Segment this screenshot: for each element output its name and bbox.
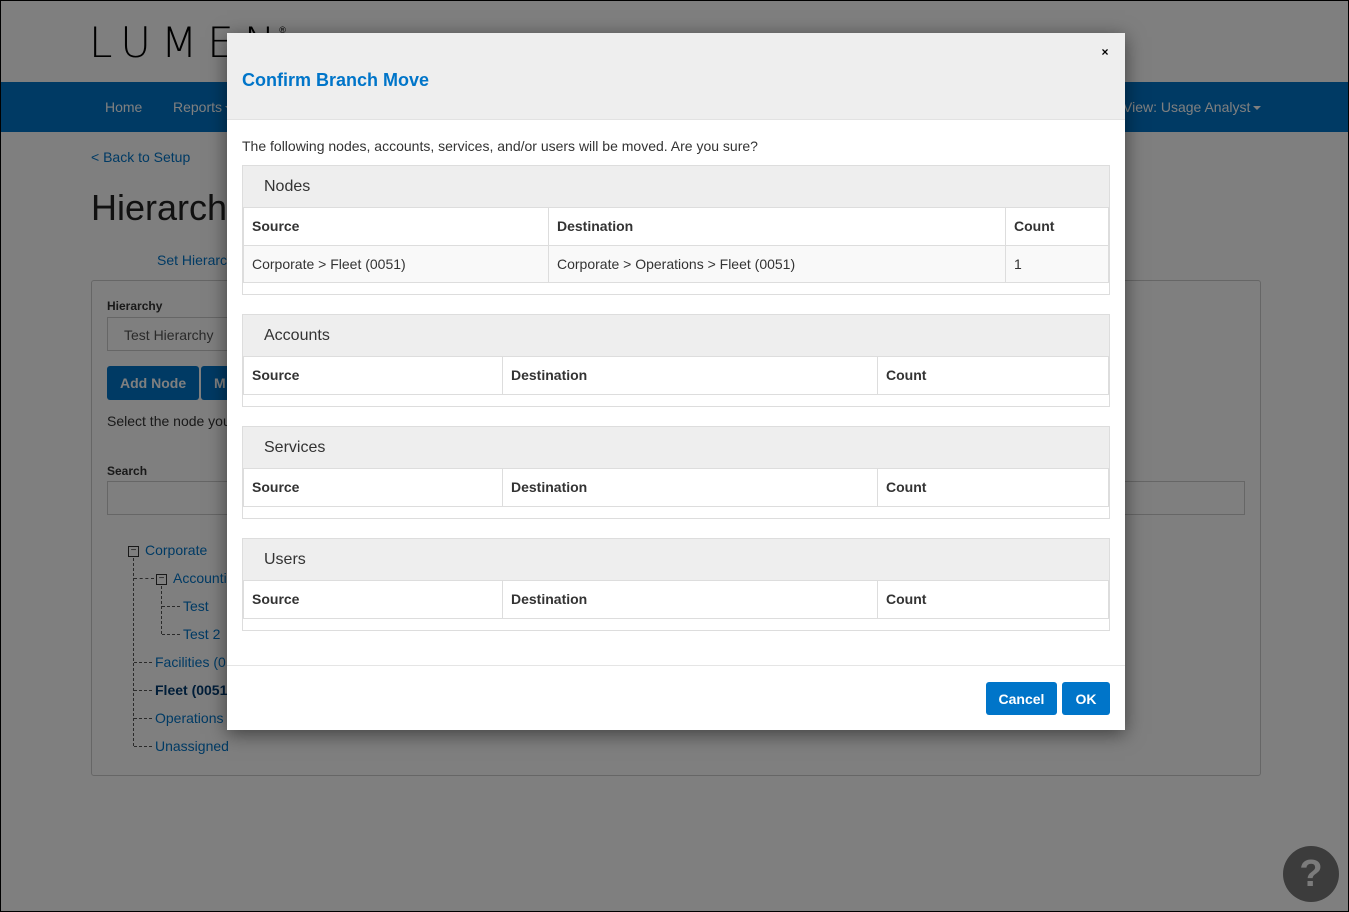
nodes-section: Nodes Source Destination Count Corporate… bbox=[242, 165, 1110, 295]
column-header-count: Count bbox=[1005, 208, 1109, 246]
table-header-row: Source Destination Count bbox=[243, 208, 1109, 246]
modal-footer: Cancel OK bbox=[227, 665, 1125, 730]
column-header-destination: Destination bbox=[502, 581, 878, 619]
question-mark-icon: ? bbox=[1299, 853, 1323, 895]
column-header-count: Count bbox=[877, 581, 1109, 619]
cancel-button[interactable]: Cancel bbox=[986, 682, 1057, 715]
confirm-branch-move-dialog: Confirm Branch Move × The following node… bbox=[227, 33, 1125, 730]
accounts-section: Accounts Source Destination Count bbox=[242, 314, 1110, 407]
close-icon[interactable]: × bbox=[1099, 45, 1111, 59]
table-footer-spacer bbox=[243, 395, 1109, 406]
cell-count: 1 bbox=[1005, 245, 1109, 283]
modal-title: Confirm Branch Move bbox=[242, 70, 430, 90]
section-title: Services bbox=[243, 427, 1109, 469]
services-table: Source Destination Count bbox=[243, 469, 1109, 507]
table-header-row: Source Destination Count bbox=[243, 469, 1109, 507]
column-header-source: Source bbox=[243, 357, 503, 395]
modal-header: Confirm Branch Move × bbox=[227, 33, 1125, 120]
ok-button[interactable]: OK bbox=[1062, 682, 1110, 715]
section-title: Nodes bbox=[243, 166, 1109, 208]
nodes-table: Source Destination Count Corporate > Fle… bbox=[243, 208, 1109, 283]
table-footer-spacer bbox=[243, 619, 1109, 630]
cell-source: Corporate > Fleet (0051) bbox=[243, 245, 549, 283]
section-title: Accounts bbox=[243, 315, 1109, 357]
column-header-source: Source bbox=[243, 208, 549, 246]
cell-destination: Corporate > Operations > Fleet (0051) bbox=[548, 245, 1006, 283]
column-header-source: Source bbox=[243, 469, 503, 507]
help-button[interactable]: ? bbox=[1283, 846, 1339, 902]
table-row: Corporate > Fleet (0051) Corporate > Ope… bbox=[243, 245, 1109, 283]
column-header-destination: Destination bbox=[502, 469, 878, 507]
column-header-count: Count bbox=[877, 357, 1109, 395]
column-header-source: Source bbox=[243, 581, 503, 619]
section-title: Users bbox=[243, 539, 1109, 581]
table-footer-spacer bbox=[243, 283, 1109, 294]
services-section: Services Source Destination Count bbox=[242, 426, 1110, 519]
users-table: Source Destination Count bbox=[243, 581, 1109, 619]
column-header-destination: Destination bbox=[502, 357, 878, 395]
accounts-table: Source Destination Count bbox=[243, 357, 1109, 395]
column-header-destination: Destination bbox=[548, 208, 1006, 246]
table-footer-spacer bbox=[243, 507, 1109, 518]
table-header-row: Source Destination Count bbox=[243, 581, 1109, 619]
users-section: Users Source Destination Count bbox=[242, 538, 1110, 631]
confirm-message: The following nodes, accounts, services,… bbox=[242, 138, 758, 154]
column-header-count: Count bbox=[877, 469, 1109, 507]
table-header-row: Source Destination Count bbox=[243, 357, 1109, 395]
